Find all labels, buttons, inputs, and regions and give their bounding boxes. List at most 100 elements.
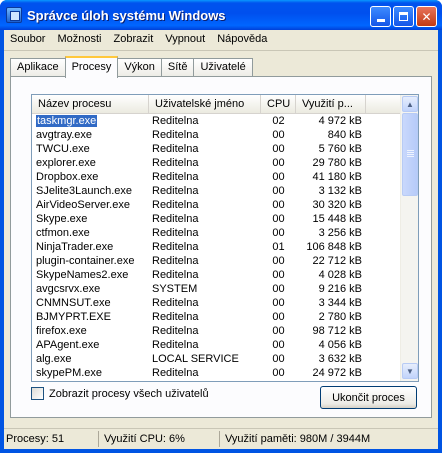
process-memory-cell: 3 256 kB [296, 227, 366, 241]
process-memory-cell-text: 98 712 kB [312, 325, 362, 337]
title-bar[interactable]: Správce úloh systému Windows ✕ [0, 0, 442, 30]
process-name-cell: AirVideoServer.exe [32, 199, 149, 213]
column-header-name[interactable]: Název procesu [32, 95, 149, 114]
process-user-cell: Reditelna [149, 185, 261, 199]
process-user-cell-text: Reditelna [152, 171, 199, 183]
process-row[interactable]: AirVideoServer.exe Reditelna 00 30 320 kB [32, 199, 400, 213]
status-bar: Procesy: 51 Využití CPU: 6% Využití pamě… [4, 428, 438, 449]
minimize-icon [376, 19, 385, 22]
maximize-button[interactable] [393, 6, 414, 27]
process-name-cell: firefox.exe [32, 325, 149, 339]
process-memory-cell-text: 22 712 kB [312, 255, 362, 267]
process-user-cell: Reditelna [149, 171, 261, 185]
process-user-cell-text: Reditelna [152, 339, 199, 351]
process-name-cell: alg.exe [32, 353, 149, 367]
process-cpu-cell-text: 00 [272, 269, 285, 281]
menu-vypnout[interactable]: Vypnout [159, 30, 211, 50]
process-name-cell: avgtray.exe [32, 129, 149, 143]
process-name-cell-text: alg.exe [36, 353, 72, 365]
process-memory-cell-text: 3 256 kB [318, 227, 362, 239]
process-memory-cell-text: 3 632 kB [318, 353, 362, 365]
process-name-cell-text: avgtray.exe [36, 129, 93, 141]
process-row[interactable]: TWCU.exe Reditelna 00 5 760 kB [32, 143, 400, 157]
process-name-cell-text: explorer.exe [36, 157, 96, 169]
process-row[interactable]: alg.exe LOCAL SERVICE 00 3 632 kB [32, 353, 400, 367]
process-list[interactable]: Název procesu Uživatelské jméno CPU Využ… [31, 94, 419, 382]
process-name-cell-text: skypePM.exe [36, 367, 103, 379]
menu-napoveda[interactable]: Nápověda [211, 30, 273, 50]
end-process-button[interactable]: Ukončit proces [320, 386, 417, 409]
process-name-cell-text: Dropbox.exe [36, 171, 99, 183]
status-cpu-usage: Využití CPU: 6% [104, 433, 185, 445]
process-memory-cell-text: 30 320 kB [312, 199, 362, 211]
process-row[interactable]: taskmgr.exe Reditelna 02 4 972 kB [32, 115, 400, 129]
process-row[interactable]: avgcsrvx.exe SYSTEM 00 9 216 kB [32, 283, 400, 297]
process-memory-cell-text: 2 780 kB [318, 311, 362, 323]
process-memory-cell: 24 972 kB [296, 367, 366, 381]
scroll-down-button[interactable]: ▼ [402, 363, 418, 379]
process-name-cell-text: taskmgr.exe [34, 115, 99, 128]
tab-strip: Aplikace Procesy Výkon Sítě Uživatelé [10, 56, 253, 78]
process-name-cell-text: SJelite3Launch.exe [36, 185, 133, 197]
process-cpu-cell: 00 [261, 269, 296, 283]
process-row[interactable]: explorer.exe Reditelna 00 29 780 kB [32, 157, 400, 171]
process-cpu-cell: 00 [261, 143, 296, 157]
process-name-cell-text: SkypeNames2.exe [36, 269, 129, 281]
minimize-button[interactable] [370, 6, 391, 27]
process-user-cell-text: Reditelna [152, 311, 199, 323]
process-name-cell-text: APAgent.exe [36, 339, 100, 351]
process-cpu-cell: 00 [261, 339, 296, 353]
process-row[interactable]: firefox.exe Reditelna 00 98 712 kB [32, 325, 400, 339]
process-user-cell-text: Reditelna [152, 367, 199, 379]
column-header-cpu[interactable]: CPU [261, 95, 296, 114]
process-name-cell: BJMYPRT.EXE [32, 311, 149, 325]
process-cpu-cell-text: 01 [272, 241, 285, 253]
tab-aplikace[interactable]: Aplikace [10, 58, 66, 77]
menu-divider [4, 50, 438, 51]
show-all-users-option[interactable]: Zobrazit procesy všech uživatelů [31, 387, 209, 400]
tab-procesy[interactable]: Procesy [64, 56, 119, 78]
tab-site[interactable]: Sítě [160, 58, 195, 77]
process-row[interactable]: skypePM.exe Reditelna 00 24 972 kB [32, 367, 400, 381]
process-name-cell-text: firefox.exe [36, 325, 87, 337]
process-row[interactable]: BJMYPRT.EXE Reditelna 00 2 780 kB [32, 311, 400, 325]
process-row[interactable]: plugin-container.exe Reditelna 00 22 712 kB [32, 255, 400, 269]
process-row[interactable]: APAgent.exe Reditelna 00 4 056 kB [32, 339, 400, 353]
process-memory-cell-text: 41 180 kB [312, 171, 362, 183]
process-row[interactable]: SkypeNames2.exe Reditelna 00 4 028 kB [32, 269, 400, 283]
process-cpu-cell: 00 [261, 185, 296, 199]
menu-zobrazit[interactable]: Zobrazit [108, 30, 160, 50]
status-divider [219, 431, 220, 447]
process-row[interactable]: Dropbox.exe Reditelna 00 41 180 kB [32, 171, 400, 185]
process-cpu-cell-text: 00 [272, 157, 285, 169]
process-row[interactable]: ctfmon.exe Reditelna 00 3 256 kB [32, 227, 400, 241]
process-row[interactable]: avgtray.exe Reditelna 00 840 kB [32, 129, 400, 143]
process-row[interactable]: CNMNSUT.exe Reditelna 00 3 344 kB [32, 297, 400, 311]
process-cpu-cell: 00 [261, 325, 296, 339]
menu-moznosti[interactable]: Možnosti [51, 30, 107, 50]
process-memory-cell: 41 180 kB [296, 171, 366, 185]
process-row[interactable]: Skype.exe Reditelna 00 15 448 kB [32, 213, 400, 227]
menu-soubor[interactable]: Soubor [4, 30, 51, 50]
tab-uzivatele[interactable]: Uživatelé [193, 58, 253, 77]
process-memory-cell: 9 216 kB [296, 283, 366, 297]
tab-vykon[interactable]: Výkon [117, 58, 162, 77]
vertical-scrollbar[interactable]: ▲ ▼ [400, 95, 418, 381]
close-button[interactable]: ✕ [416, 6, 437, 27]
processes-panel: Název procesu Uživatelské jméno CPU Využ… [10, 76, 432, 418]
process-row[interactable]: NinjaTrader.exe Reditelna 01 106 848 kB [32, 241, 400, 255]
process-user-cell: Reditelna [149, 325, 261, 339]
process-row[interactable]: SJelite3Launch.exe Reditelna 00 3 132 kB [32, 185, 400, 199]
process-memory-cell: 3 132 kB [296, 185, 366, 199]
process-memory-cell-text: 5 760 kB [318, 143, 362, 155]
process-memory-cell: 29 780 kB [296, 157, 366, 171]
process-cpu-cell-text: 00 [272, 185, 285, 197]
task-manager-window: Správce úloh systému Windows ✕ Soubor Mo… [0, 0, 442, 453]
scroll-up-button[interactable]: ▲ [402, 96, 418, 112]
process-cpu-cell-text: 00 [272, 353, 285, 365]
column-header-user[interactable]: Uživatelské jméno [149, 95, 261, 114]
column-header-memory[interactable]: Využití p... [296, 95, 366, 114]
show-all-users-checkbox[interactable] [31, 387, 44, 400]
process-user-cell-text: Reditelna [152, 143, 199, 155]
scroll-thumb[interactable] [402, 113, 418, 196]
